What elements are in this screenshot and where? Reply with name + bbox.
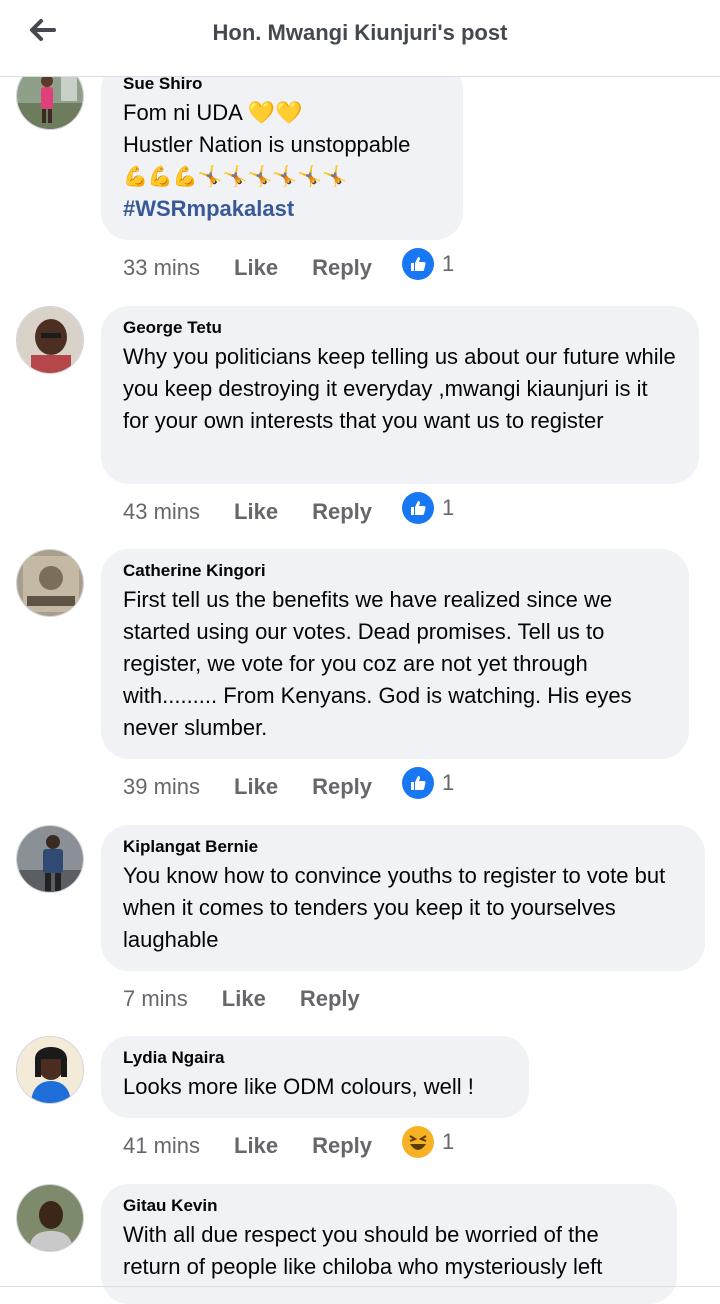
comment-text: First tell us the benefits we have reali… — [123, 587, 638, 740]
comment-bubble: Catherine Kingori First tell us the bene… — [101, 549, 689, 759]
comment-bubble: Lydia Ngaira Looks more like ODM colours… — [101, 1036, 529, 1118]
reaction-summary[interactable]: 1 — [402, 246, 454, 282]
comment-time[interactable]: 43 mins — [123, 499, 200, 525]
thumbs-up-icon — [402, 492, 434, 524]
divider — [0, 1286, 720, 1287]
comment-author[interactable]: Gitau Kevin — [123, 1195, 655, 1217]
reply-button[interactable]: Reply — [312, 1133, 372, 1159]
comment-meta: 39 mins Like Reply — [123, 769, 372, 805]
comment-text: With all due respect you should be worri… — [123, 1222, 605, 1279]
comment-line: Hustler Nation is unstoppable — [123, 132, 411, 157]
avatar[interactable] — [16, 306, 84, 374]
page-title: Hon. Mwangi Kiunjuri's post — [212, 20, 508, 45]
comment-time[interactable]: 7 mins — [123, 986, 188, 1012]
comment-bubble: Kiplangat Bernie You know how to convinc… — [101, 825, 705, 971]
comment-author[interactable]: George Tetu — [123, 317, 677, 339]
avatar[interactable] — [16, 825, 84, 893]
reaction-count: 1 — [442, 1129, 455, 1154]
comment-author[interactable]: Kiplangat Bernie — [123, 836, 683, 858]
reaction-summary[interactable]: 1 — [402, 765, 454, 801]
reply-button[interactable]: Reply — [300, 986, 360, 1012]
comment-bubble: George Tetu Why you politicians keep tel… — [101, 306, 699, 484]
thumbs-up-icon — [402, 248, 434, 280]
comment-text: You know how to convince youths to regis… — [123, 863, 672, 952]
comments-feed: Sue Shiro Fom ni UDA 💛💛 Hustler Nation i… — [0, 0, 720, 1304]
avatar[interactable] — [16, 549, 84, 617]
reply-button[interactable]: Reply — [312, 774, 372, 800]
comment-text: Why you politicians keep telling us abou… — [123, 344, 682, 433]
comment-bubble: Sue Shiro Fom ni UDA 💛💛 Hustler Nation i… — [101, 62, 463, 240]
hashtag-link[interactable]: #WSRmpakalast — [123, 193, 441, 225]
reaction-summary[interactable]: 1 — [402, 490, 454, 526]
comment-author[interactable]: Catherine Kingori — [123, 560, 667, 582]
top-bar: Hon. Mwangi Kiunjuri's post — [0, 0, 720, 77]
reply-button[interactable]: Reply — [312, 499, 372, 525]
comment-meta: 33 mins Like Reply — [123, 250, 372, 286]
comment-line: 💪💪💪🤸🤸🤸🤸🤸🤸 — [123, 166, 348, 188]
haha-emoji-icon — [402, 1126, 434, 1158]
reaction-count: 1 — [442, 770, 455, 795]
thumbs-up-icon — [402, 767, 434, 799]
reaction-count: 1 — [442, 251, 455, 276]
reaction-count: 1 — [442, 495, 455, 520]
avatar[interactable] — [16, 1036, 84, 1104]
comment-meta: 7 mins Like Reply — [123, 981, 360, 1017]
avatar[interactable] — [16, 1184, 84, 1252]
like-button[interactable]: Like — [234, 1133, 278, 1159]
like-button[interactable]: Like — [234, 774, 278, 800]
comment-line: Fom ni UDA 💛💛 — [123, 100, 303, 125]
comment-time[interactable]: 41 mins — [123, 1133, 200, 1159]
comment-time[interactable]: 33 mins — [123, 255, 200, 281]
like-button[interactable]: Like — [234, 255, 278, 281]
like-button[interactable]: Like — [234, 499, 278, 525]
comment-meta: 43 mins Like Reply — [123, 494, 372, 530]
comment-text: Looks more like ODM colours, well ! — [123, 1074, 474, 1099]
comment-time[interactable]: 39 mins — [123, 774, 200, 800]
reply-button[interactable]: Reply — [312, 255, 372, 281]
comment-meta: 41 mins Like Reply — [123, 1128, 372, 1164]
like-button[interactable]: Like — [222, 986, 266, 1012]
reaction-summary[interactable]: 1 — [402, 1124, 454, 1160]
comment-author[interactable]: Lydia Ngaira — [123, 1047, 507, 1069]
